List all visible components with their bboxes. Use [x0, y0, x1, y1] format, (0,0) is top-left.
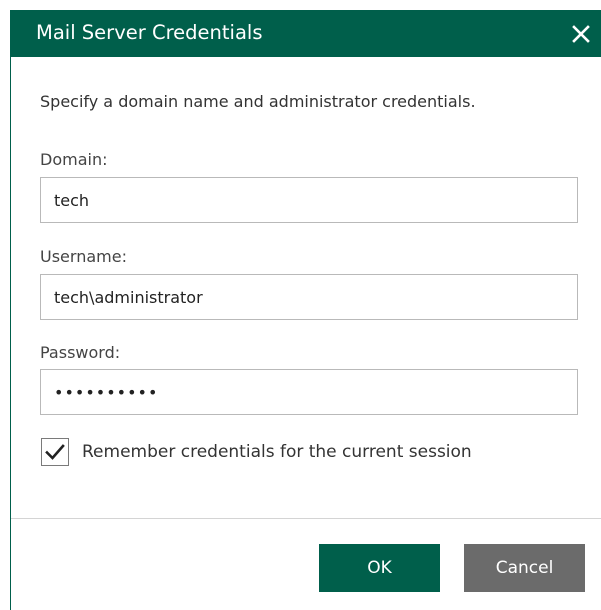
remember-checkbox[interactable] [41, 438, 69, 466]
instruction-text: Specify a domain name and administrator … [40, 92, 476, 111]
password-label: Password: [40, 343, 121, 362]
ok-button[interactable]: OK [319, 544, 440, 592]
password-input[interactable] [40, 369, 578, 415]
credentials-dialog: Mail Server Credentials Specify a domain… [10, 10, 601, 610]
dialog-titlebar: Mail Server Credentials [11, 10, 601, 57]
domain-input[interactable] [40, 177, 578, 223]
checkmark-icon [45, 444, 65, 460]
domain-label: Domain: [40, 150, 108, 169]
close-icon [572, 25, 590, 43]
cancel-button[interactable]: Cancel [464, 544, 585, 592]
close-button[interactable] [565, 15, 597, 51]
username-input[interactable] [40, 274, 578, 320]
remember-checkbox-label[interactable]: Remember credentials for the current ses… [82, 442, 472, 462]
footer-divider [11, 518, 601, 519]
username-label: Username: [40, 247, 127, 266]
dialog-title: Mail Server Credentials [36, 21, 263, 44]
